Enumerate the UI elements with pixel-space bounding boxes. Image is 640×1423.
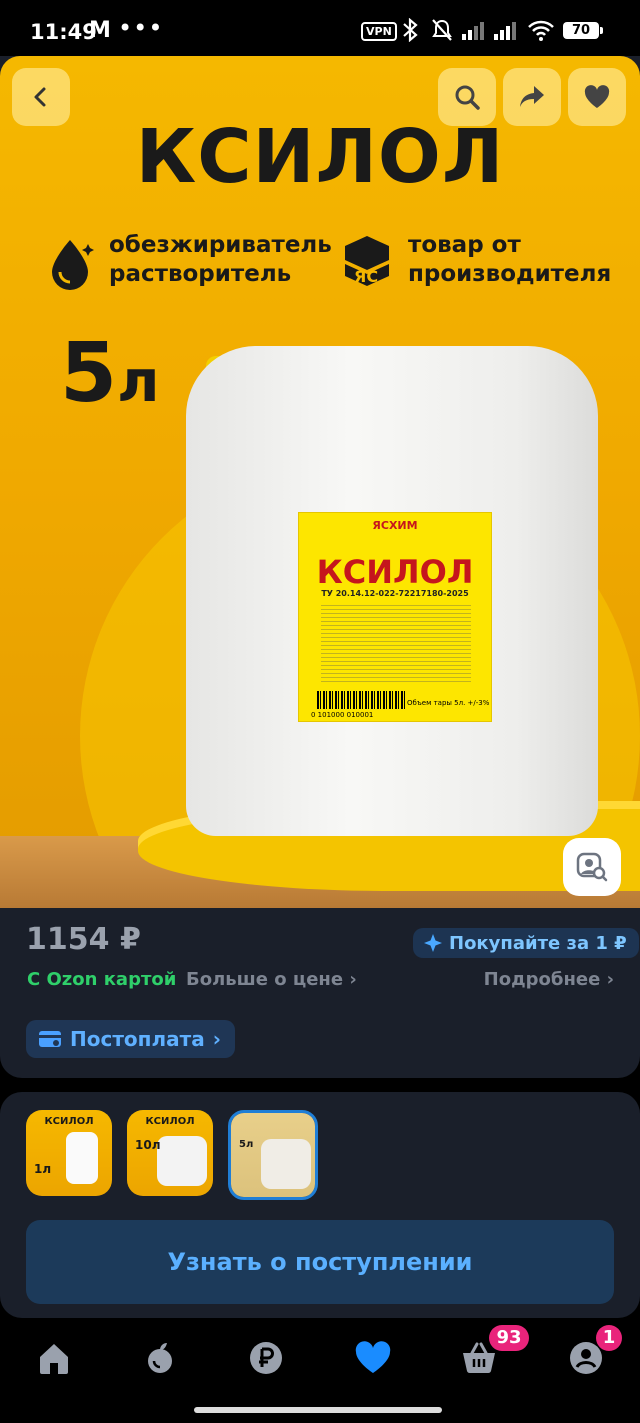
barcode-number: 0 101000 010001	[311, 711, 374, 719]
chevron-right-icon: ›	[606, 969, 614, 990]
chevron-right-icon: ›	[212, 1027, 221, 1051]
thumbnail-1l[interactable]: КСИЛОЛ 1л	[26, 1110, 112, 1196]
nav-fresh[interactable]	[140, 1338, 180, 1378]
hero-feature-manufacturer-2: производителя	[408, 261, 612, 287]
hero-volume-number: 5	[60, 326, 118, 421]
label-tu: ТУ 20.14.12-022-72217180-2025	[321, 589, 469, 598]
profile-badge: 1	[596, 1325, 622, 1351]
hero-feature-left: обезжириватель растворитель	[109, 231, 332, 289]
hero-volume-unit: л	[117, 347, 160, 415]
bluetooth-icon	[403, 18, 418, 42]
thumbnail-canister	[157, 1136, 207, 1186]
wifi-icon	[528, 20, 554, 41]
hero-feature-solvent: растворитель	[109, 261, 292, 287]
search-button[interactable]	[438, 68, 496, 126]
image-search-icon	[576, 852, 608, 882]
details-label: Подробнее	[483, 969, 601, 990]
label-product-name: КСИЛОЛ	[316, 553, 474, 591]
fruit-icon	[148, 1343, 172, 1373]
heart-icon	[584, 85, 610, 108]
thumbnail-bottle	[66, 1132, 98, 1184]
sparkle-icon	[424, 934, 442, 952]
thumbnail-label: КСИЛОЛ	[44, 1116, 94, 1127]
label-brand: ЯСХИМ	[372, 519, 418, 532]
barcode	[317, 691, 405, 709]
mute-bell-icon	[432, 19, 452, 41]
thumbnail-5l-selected[interactable]: 5л	[228, 1110, 318, 1200]
ruble-icon	[250, 1342, 282, 1374]
label-volume: Объем тары 5л. +/-3%	[407, 699, 490, 707]
postpay-label: Постоплата	[70, 1027, 205, 1051]
nav-home[interactable]	[34, 1338, 74, 1378]
thumbnail-label: КСИЛОЛ	[145, 1116, 195, 1127]
battery-indicator: 70	[563, 22, 603, 39]
thumbnail-canister	[261, 1139, 311, 1189]
hero-volume: 5л	[60, 326, 160, 421]
svg-text:ЯС: ЯС	[354, 267, 378, 286]
notify-arrival-button[interactable]: Узнать о поступлении	[26, 1220, 614, 1304]
cart-count-badge: 93	[489, 1325, 529, 1351]
status-time: 11:49	[30, 20, 97, 44]
price: 1154 ₽	[26, 922, 141, 957]
drop-icon	[52, 240, 94, 290]
card-icon	[39, 1031, 61, 1047]
image-search-button[interactable]	[563, 838, 621, 896]
heart-icon	[355, 1341, 391, 1373]
promo-label: Покупайте за 1 ₽	[449, 932, 627, 954]
hero-feature-degreaser: обезжириватель	[109, 232, 332, 258]
vpn-icon: VPN	[361, 22, 397, 41]
chevron-left-icon	[34, 87, 46, 107]
promo-buy-for-1-button[interactable]: Покупайте за 1 ₽	[413, 928, 639, 958]
factory-box-icon: ЯС	[345, 236, 389, 286]
home-icon	[40, 1344, 68, 1374]
product-card: КСИЛОЛ обезжириватель растворитель ЯС то…	[0, 56, 640, 1078]
more-about-price-label: Больше о цене	[186, 969, 344, 990]
ozon-card-price-label: С Ozon картой	[27, 969, 177, 990]
thumbnail-volume: 10л	[135, 1138, 161, 1152]
signal-1-icon	[462, 22, 484, 40]
search-icon	[455, 85, 480, 110]
mail-icon: M	[89, 18, 111, 43]
nav-favorites[interactable]	[353, 1338, 393, 1378]
signal-2-icon	[494, 22, 516, 40]
thumbnail-volume: 1л	[34, 1162, 52, 1176]
details-link[interactable]: Подробнее ›	[484, 969, 614, 990]
postpay-button[interactable]: Постоплата ›	[26, 1020, 235, 1058]
hero-title: КСИЛОЛ	[135, 114, 505, 200]
more-about-price-link[interactable]: Больше о цене ›	[186, 969, 357, 990]
share-button[interactable]	[503, 68, 561, 126]
product-label: ЯСХИМ КСИЛОЛ ТУ 20.14.12-022-72217180-20…	[298, 512, 492, 722]
favorite-button[interactable]	[568, 68, 626, 126]
label-fine-print	[321, 605, 471, 685]
chevron-right-icon: ›	[349, 969, 357, 990]
thumbnail-volume: 5л	[239, 1139, 254, 1150]
hero-feature-right: товар от производителя	[408, 231, 611, 289]
nav-finance[interactable]	[246, 1338, 286, 1378]
status-bar: 11:49 M ••• VPN 70	[0, 0, 640, 60]
hero-feature-manufacturer-1: товар от	[408, 232, 521, 258]
thumbnail-10l[interactable]: КСИЛОЛ 10л	[127, 1110, 213, 1196]
home-indicator[interactable]	[194, 1407, 442, 1413]
back-button[interactable]	[12, 68, 70, 126]
share-icon	[520, 86, 544, 107]
more-notifications-icon: •••	[118, 14, 164, 42]
product-image[interactable]: КСИЛОЛ обезжириватель растворитель ЯС то…	[0, 56, 640, 908]
